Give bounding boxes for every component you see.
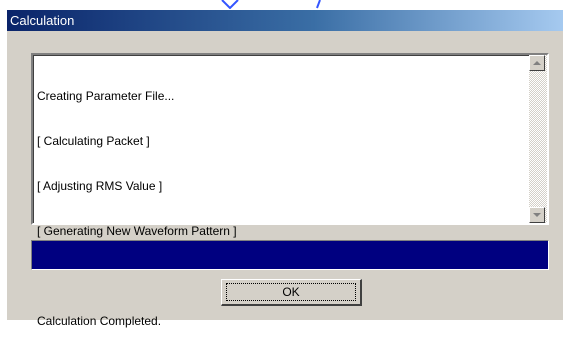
scroll-up-button[interactable] [529,55,545,71]
ok-button[interactable]: OK [221,279,362,306]
log-line: Calculation Completed. [37,314,162,328]
calculation-dialog: Calculation Creating Parameter File... [… [6,9,563,328]
window-title: Calculation [10,13,75,28]
log-line: [ Generating New Waveform Pattern ] [37,224,237,238]
progress-fill [32,241,548,269]
triangle-down-icon [533,213,541,217]
vertical-scrollbar[interactable] [529,55,547,223]
log-text: Creating Parameter File... [ Calculating… [37,59,525,359]
log-line: [ Adjusting RMS Value ] [37,179,163,193]
log-line: Creating Parameter File... [37,89,175,103]
progress-bar [31,240,549,270]
triangle-up-icon [533,61,541,65]
log-textbox[interactable]: Creating Parameter File... [ Calculating… [31,53,549,328]
background-decoration [0,0,563,9]
title-bar[interactable]: Calculation [7,10,563,31]
scroll-down-button[interactable] [529,207,545,223]
log-line: [ Calculating Packet ] [37,134,150,148]
ok-button-label: OK [226,283,356,301]
